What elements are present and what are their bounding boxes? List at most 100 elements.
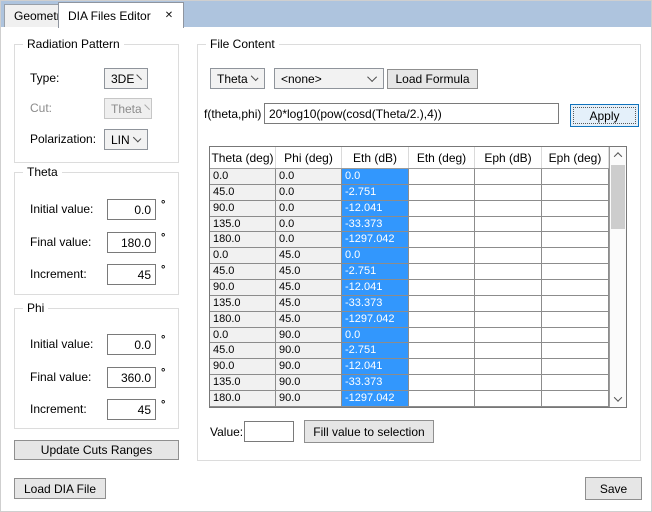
table-cell[interactable]: -2.751 xyxy=(342,343,409,359)
table-cell[interactable]: -33.373 xyxy=(342,296,409,312)
table-cell[interactable]: 135.0 xyxy=(210,217,276,233)
table-cell[interactable] xyxy=(542,217,609,233)
value-input[interactable] xyxy=(244,421,294,442)
table-cell[interactable]: 90.0 xyxy=(210,359,276,375)
table-cell[interactable] xyxy=(475,217,542,233)
table-cell[interactable] xyxy=(542,169,609,185)
table-cell[interactable] xyxy=(542,280,609,296)
table-cell[interactable]: 90.0 xyxy=(210,280,276,296)
phi-final-input[interactable] xyxy=(107,367,156,388)
theta-final-input[interactable] xyxy=(107,232,156,253)
table-cell[interactable] xyxy=(475,296,542,312)
component-combobox[interactable]: Theta xyxy=(210,68,265,89)
table-cell[interactable] xyxy=(409,185,475,201)
table-cell[interactable] xyxy=(475,169,542,185)
column-header-eph-db[interactable]: Eph (dB) xyxy=(475,147,542,168)
table-cell[interactable] xyxy=(475,264,542,280)
table-cell[interactable]: 45.0 xyxy=(276,312,342,328)
table-cell[interactable] xyxy=(475,391,542,407)
update-cuts-ranges-button[interactable]: Update Cuts Ranges xyxy=(14,440,179,460)
table-cell[interactable]: 45.0 xyxy=(276,264,342,280)
table-cell[interactable] xyxy=(409,264,475,280)
table-cell[interactable] xyxy=(409,280,475,296)
column-header-eth-deg[interactable]: Eth (deg) xyxy=(409,147,475,168)
apply-button[interactable]: Apply xyxy=(570,104,639,127)
table-cell[interactable]: 45.0 xyxy=(276,296,342,312)
scrollbar-thumb[interactable] xyxy=(611,165,625,229)
table-cell[interactable] xyxy=(475,185,542,201)
table-cell[interactable] xyxy=(409,343,475,359)
table-cell[interactable]: -33.373 xyxy=(342,375,409,391)
table-cell[interactable] xyxy=(409,232,475,248)
formula-preset-combobox[interactable]: <none> xyxy=(274,68,384,89)
fill-value-to-selection-button[interactable]: Fill value to selection xyxy=(304,420,434,443)
table-cell[interactable] xyxy=(542,232,609,248)
table-cell[interactable]: 90.0 xyxy=(210,201,276,217)
phi-increment-input[interactable] xyxy=(107,399,156,420)
table-cell[interactable] xyxy=(475,359,542,375)
table-cell[interactable] xyxy=(409,248,475,264)
table-cell[interactable]: 0.0 xyxy=(276,232,342,248)
close-tab-icon[interactable]: ✕ xyxy=(165,11,173,21)
table-cell[interactable]: 0.0 xyxy=(342,328,409,344)
table-cell[interactable] xyxy=(409,375,475,391)
table-cell[interactable] xyxy=(475,201,542,217)
table-cell[interactable] xyxy=(475,312,542,328)
tab-dia-files-editor[interactable]: DIA Files Editor ✕ xyxy=(58,2,184,28)
table-cell[interactable]: 90.0 xyxy=(276,375,342,391)
table-cell[interactable] xyxy=(475,232,542,248)
scroll-down-icon[interactable] xyxy=(610,391,626,407)
table-cell[interactable] xyxy=(542,312,609,328)
table-cell[interactable]: 135.0 xyxy=(210,375,276,391)
table-cell[interactable] xyxy=(475,248,542,264)
table-cell[interactable]: 45.0 xyxy=(276,248,342,264)
table-cell[interactable]: 0.0 xyxy=(210,169,276,185)
table-cell[interactable]: 45.0 xyxy=(210,264,276,280)
table-cell[interactable]: 0.0 xyxy=(276,185,342,201)
column-header-eph-deg[interactable]: Eph (deg) xyxy=(542,147,609,168)
table-cell[interactable]: -1297.042 xyxy=(342,232,409,248)
type-combobox[interactable]: 3DE xyxy=(104,68,148,89)
table-cell[interactable] xyxy=(475,280,542,296)
table-cell[interactable] xyxy=(542,201,609,217)
column-header-theta-deg[interactable]: Theta (deg) xyxy=(210,147,276,168)
load-dia-file-button[interactable]: Load DIA File xyxy=(14,478,106,499)
table-cell[interactable]: 0.0 xyxy=(276,201,342,217)
table-cell[interactable]: 45.0 xyxy=(210,343,276,359)
formula-input[interactable] xyxy=(264,103,559,124)
load-formula-button[interactable]: Load Formula xyxy=(387,69,478,89)
table-cell[interactable] xyxy=(409,312,475,328)
phi-initial-input[interactable] xyxy=(107,334,156,355)
table-cell[interactable] xyxy=(409,391,475,407)
table-cell[interactable] xyxy=(409,359,475,375)
table-cell[interactable]: 180.0 xyxy=(210,391,276,407)
table-cell[interactable]: 0.0 xyxy=(276,169,342,185)
table-cell[interactable] xyxy=(542,248,609,264)
table-cell[interactable] xyxy=(409,328,475,344)
table-cell[interactable]: 45.0 xyxy=(276,280,342,296)
table-cell[interactable]: 0.0 xyxy=(276,217,342,233)
table-cell[interactable]: -33.373 xyxy=(342,217,409,233)
table-cell[interactable] xyxy=(409,169,475,185)
table-cell[interactable]: 180.0 xyxy=(210,312,276,328)
table-cell[interactable] xyxy=(542,296,609,312)
table-cell[interactable]: -2.751 xyxy=(342,185,409,201)
table-cell[interactable] xyxy=(542,375,609,391)
table-cell[interactable] xyxy=(409,217,475,233)
table-cell[interactable]: 135.0 xyxy=(210,296,276,312)
table-cell[interactable] xyxy=(475,375,542,391)
table-cell[interactable]: -1297.042 xyxy=(342,312,409,328)
table-cell[interactable]: 0.0 xyxy=(342,169,409,185)
table-cell[interactable]: -12.041 xyxy=(342,280,409,296)
table-cell[interactable]: 0.0 xyxy=(210,248,276,264)
table-cell[interactable] xyxy=(409,201,475,217)
polarization-combobox[interactable]: LIN xyxy=(104,129,148,150)
table-cell[interactable]: -12.041 xyxy=(342,359,409,375)
table-cell[interactable]: 45.0 xyxy=(210,185,276,201)
table-cell[interactable] xyxy=(542,328,609,344)
table-cell[interactable] xyxy=(475,328,542,344)
table-cell[interactable] xyxy=(542,391,609,407)
table-cell[interactable]: -1297.042 xyxy=(342,391,409,407)
scroll-up-icon[interactable] xyxy=(610,147,626,163)
table-cell[interactable]: 180.0 xyxy=(210,232,276,248)
